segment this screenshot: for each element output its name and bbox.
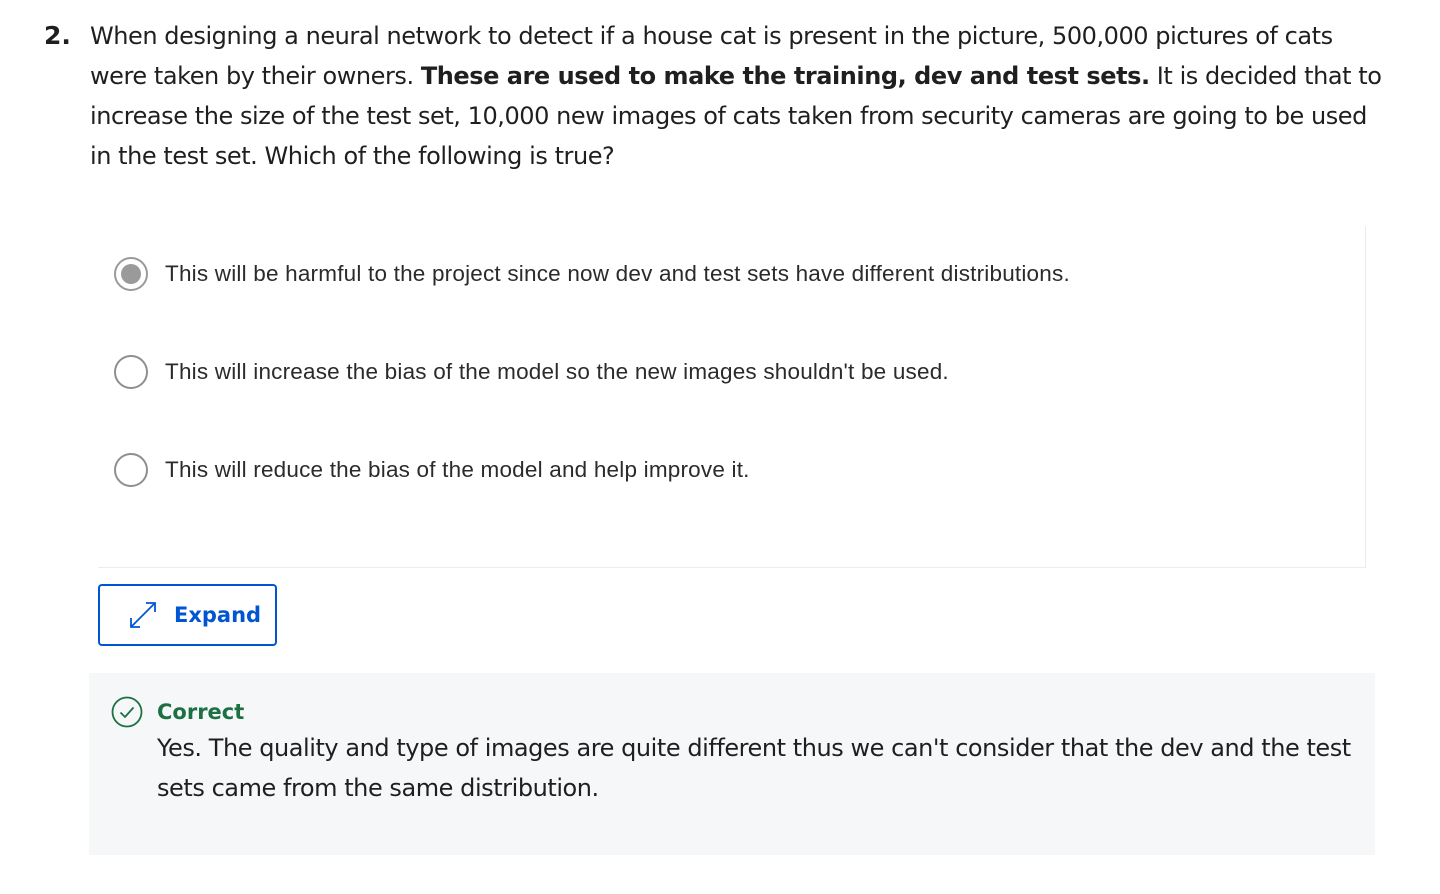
feedback-text: Yes. The quality and type of images are … (157, 734, 1351, 802)
expand-button[interactable]: Expand (98, 584, 277, 646)
question-text-bold: These are used to make the training, dev… (420, 62, 1150, 90)
option-label: This will increase the bias of the model… (165, 359, 949, 384)
answer-options: This will be harmful to the project sinc… (98, 226, 1366, 568)
question: 2. When designing a neural network to de… (44, 16, 1384, 176)
radio-button[interactable] (114, 453, 148, 487)
expand-button-label: Expand (174, 603, 262, 627)
option-3[interactable]: This will reduce the bias of the model a… (114, 452, 750, 488)
option-label: This will reduce the bias of the model a… (165, 457, 750, 482)
question-number: 2. (44, 21, 71, 50)
option-label: This will be harmful to the project sinc… (165, 261, 1070, 286)
expand-arrows-icon (130, 602, 156, 628)
question-text: When designing a neural network to detec… (90, 16, 1384, 176)
radio-button[interactable] (114, 355, 148, 389)
check-circle-icon (111, 696, 143, 728)
feedback-status: Correct (157, 700, 245, 724)
feedback-panel: Correct Yes. The quality and type of ima… (89, 673, 1375, 855)
option-2[interactable]: This will increase the bias of the model… (114, 354, 949, 390)
radio-button-selected[interactable] (114, 257, 148, 291)
option-1[interactable]: This will be harmful to the project sinc… (114, 256, 1070, 292)
